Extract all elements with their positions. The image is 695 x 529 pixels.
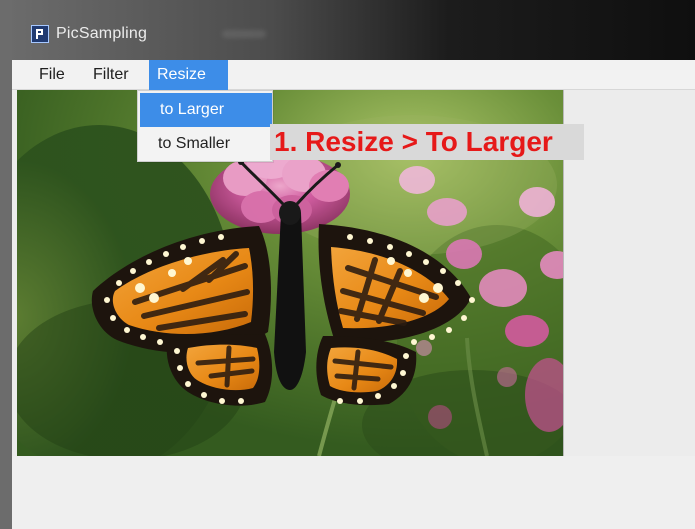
instruction-annotation: 1. Resize > To Larger <box>270 124 584 160</box>
window-title: PicSampling <box>56 25 148 42</box>
menu-filter[interactable]: Filter <box>85 60 142 90</box>
dropdown-item-to-smaller[interactable]: to Smaller <box>138 127 272 161</box>
lower-blank-panel <box>12 456 695 529</box>
title-bar[interactable]: PicSampling <box>12 0 695 60</box>
resize-dropdown: to Larger to Smaller <box>137 90 273 162</box>
title-blur-mark <box>222 30 266 38</box>
app-logo-icon <box>36 29 43 39</box>
window-left-edge <box>0 0 12 529</box>
menu-file[interactable]: File <box>31 60 69 90</box>
dropdown-item-to-larger[interactable]: to Larger <box>140 93 272 127</box>
menu-bar: File Filter Resize <box>12 60 695 90</box>
app-window: PicSampling File Filter Resize to Larger… <box>0 0 695 529</box>
menu-resize[interactable]: Resize <box>149 60 228 90</box>
app-icon <box>31 25 49 43</box>
